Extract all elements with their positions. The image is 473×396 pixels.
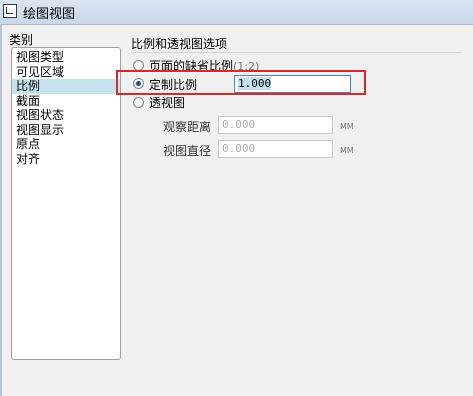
perspective-radio[interactable] [133,97,144,108]
viewing-distance-label: 观察距离 [163,120,212,134]
view-diameter-input[interactable]: 0.000 [218,140,333,158]
window-title: 绘图视图 [23,7,76,22]
title-bar: 绘图视图 [0,0,473,25]
category-visible-area[interactable]: 可见区域 [12,65,120,80]
drawing-view-icon [3,4,17,18]
custom-scale-label[interactable]: 定制比例 [149,76,197,93]
category-scale[interactable]: 比例 [12,79,120,94]
viewing-distance-input[interactable]: 0.000 [218,116,333,134]
custom-scale-radio[interactable] [133,78,144,89]
perspective-label[interactable]: 透视图 [149,94,185,111]
categories-list[interactable]: 视图类型 可见区域 比例 截面 视图状态 视图显示 原点 对齐 [11,47,121,360]
category-view-states[interactable]: 视图状态 [12,108,120,123]
category-alignment[interactable]: 对齐 [12,152,120,167]
view-diameter-unit: MM [340,146,354,155]
custom-scale-value: 1.000 [238,77,272,90]
categories-label: 类别 [9,33,34,47]
category-sections[interactable]: 截面 [12,94,120,109]
view-diameter-label: 视图直径 [163,144,212,158]
window-border [0,24,2,396]
category-origin[interactable]: 原点 [12,137,120,152]
custom-scale-input[interactable]: 1.000 [234,75,351,93]
group-divider [131,52,461,53]
category-view-display[interactable]: 视图显示 [12,123,120,138]
viewing-distance-unit: MM [340,122,354,131]
scale-group-title: 比例和透视图选项 [131,37,228,51]
category-view-type[interactable]: 视图类型 [12,50,120,65]
